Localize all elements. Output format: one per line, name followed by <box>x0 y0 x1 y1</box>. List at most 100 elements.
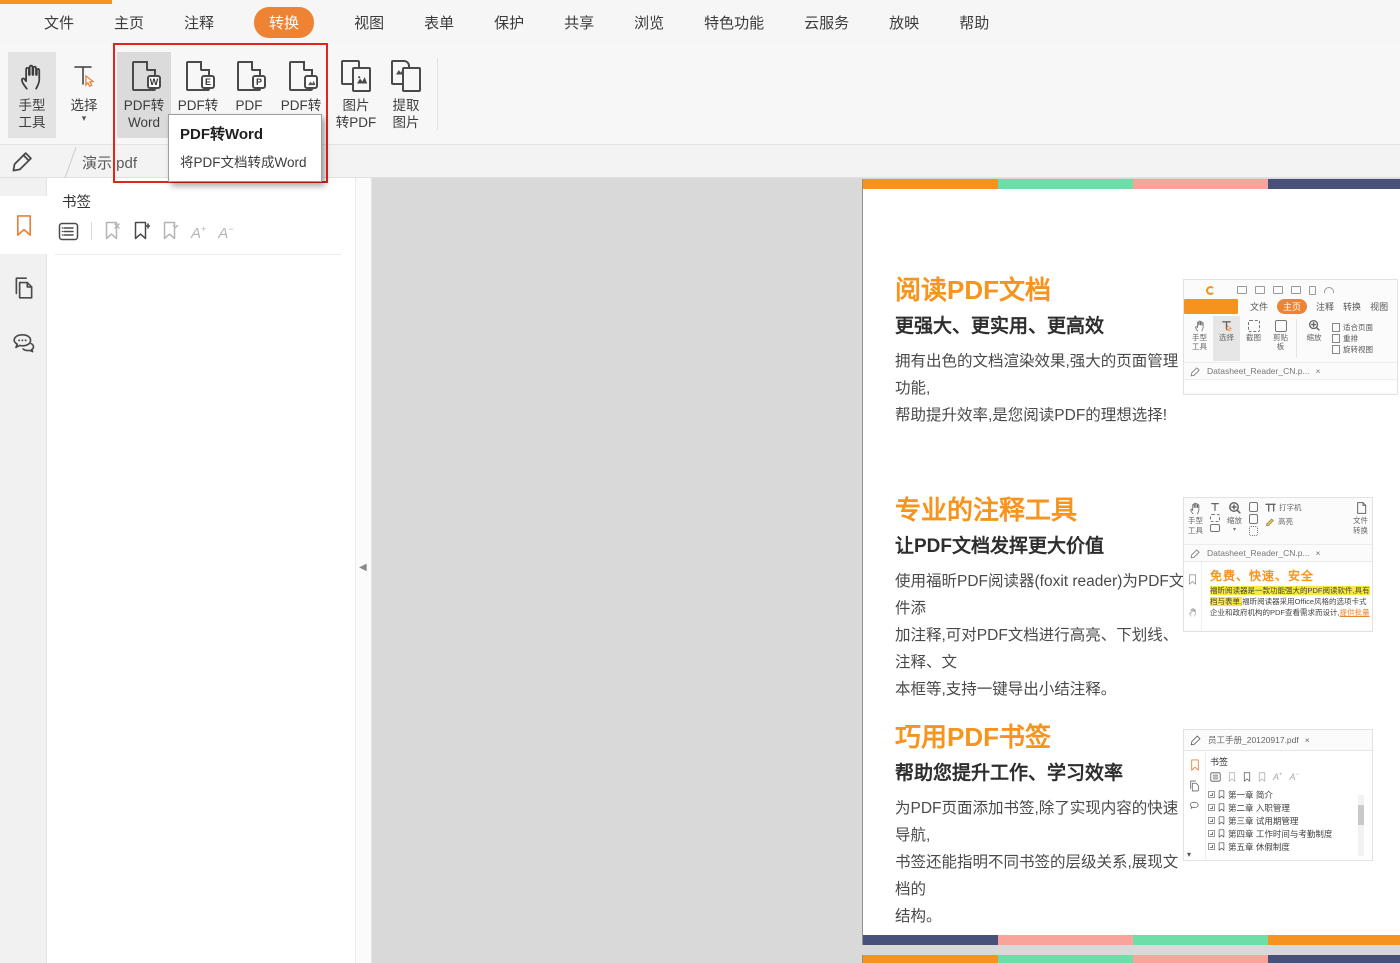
bookmark-icon <box>16 214 31 236</box>
annotate-pencil-icon[interactable] <box>11 149 35 173</box>
mini-quick-access-toolbar <box>1190 283 1391 297</box>
pdf-to-excel-icon: E <box>186 55 215 97</box>
pdf-page-1: 阅读PDF文档 更强大、更实用、更高效 拥有出色的文档渲染效果,强大的页面管理功… <box>863 179 1400 945</box>
bookmark-item: 第一章 简介 <box>1208 788 1364 801</box>
bookmark-panel-toolbar: A+ A− <box>58 218 234 244</box>
bookmark-more-icon[interactable] <box>162 221 179 241</box>
undo-icon <box>1324 287 1334 293</box>
menu-cloud[interactable]: 云服务 <box>804 12 849 33</box>
font-smaller-icon[interactable]: A− <box>218 222 233 241</box>
menu-bar: 文件 主页 注释 转换 视图 表单 保护 共享 浏览 特色功能 云服务 放映 帮… <box>0 0 1400 44</box>
image-to-pdf-button[interactable]: 图片 转PDF <box>331 52 381 138</box>
mini-zoom-tool: 缩放 ▾ <box>1227 501 1242 535</box>
section-subtitle: 让PDF文档发挥更大价值 <box>895 536 1105 557</box>
pencil-icon <box>1190 548 1200 558</box>
section-body-line: 为PDF页面添加书签,除了实现内容的快速导航, <box>895 800 1179 844</box>
panel-splitter[interactable]: ◀ <box>355 178 372 963</box>
mini-menu-row: 文件 主页 注释 转换 视图 <box>1184 297 1397 315</box>
toolbar-divider <box>91 222 92 240</box>
sidebar-bookmarks-button[interactable] <box>0 196 47 254</box>
bookmark-panel-title: 书签 <box>62 195 91 211</box>
font-smaller-icon: A− <box>1289 772 1300 782</box>
sidebar-pages-button[interactable] <box>0 264 47 312</box>
tooltip-title: PDF转Word <box>180 126 264 143</box>
section-body-line: 帮助提升效率,是您阅读PDF的理想选择! <box>895 407 1168 424</box>
section-body-line: 使用福昕PDF阅读器(foxit reader)为PDF文件添 <box>895 573 1185 617</box>
menu-browse[interactable]: 浏览 <box>634 12 664 33</box>
mini-tab-label: Datasheet_Reader_CN.p... <box>1207 366 1310 376</box>
menu-items: 文件 主页 注释 转换 视图 表单 保护 共享 浏览 特色功能 云服务 放映 帮… <box>44 0 989 44</box>
extract-image-icon <box>390 55 422 97</box>
bookmark-options-icon[interactable] <box>58 222 79 241</box>
select-text-icon <box>71 55 97 97</box>
page-top-color-bar <box>863 955 1400 963</box>
menu-protect[interactable]: 保护 <box>494 12 524 33</box>
mini-scrollbar <box>1358 795 1364 856</box>
mini-select-tool: 选择 <box>1213 316 1240 361</box>
mini-toolbar-row: 手型 工具 选择 截图 剪贴板 缩放 适合页面 重排 旋转视图 <box>1184 315 1397 362</box>
hand-tool-button[interactable]: 手型 工具 <box>8 52 56 138</box>
fit-page-icon <box>1332 323 1340 332</box>
rotate-view-icon <box>1332 345 1340 354</box>
font-larger-icon[interactable]: A+ <box>191 222 206 241</box>
menu-comment[interactable]: 注释 <box>184 12 214 33</box>
mini-menu-view: 视图 <box>1370 301 1389 312</box>
image-to-pdf-label: 图片 <box>342 98 370 113</box>
pdf-to-word-label: PDF转 <box>123 98 165 113</box>
mini-sidebar: ▾ <box>1184 751 1206 860</box>
section-pdf-bookmarks: 巧用PDF书签 帮助您提升工作、学习效率 为PDF页面添加书签,除了实现内容的快… <box>895 722 1187 930</box>
pdf-to-image-icon <box>289 55 318 97</box>
section-title: 专业的注释工具 <box>895 495 1078 525</box>
mini-page-icons <box>1249 501 1258 536</box>
pages-icon <box>15 277 32 299</box>
menu-help[interactable]: 帮助 <box>959 12 989 33</box>
menu-file[interactable]: 文件 <box>44 12 74 33</box>
menu-view[interactable]: 视图 <box>354 12 384 33</box>
extract-image-button[interactable]: 提取 图片 <box>383 52 429 138</box>
mini-doc-text: 福昕阅读器是一款功能强大的PDF阅读软件,具有 档与表单,福昕阅读器采用Offi… <box>1210 586 1370 617</box>
ppt-badge: P <box>252 75 266 89</box>
mini-typewriter-highlight: 打字机 高亮 <box>1265 501 1302 528</box>
section-body-line: 本框等,支持一键导出小结注释。 <box>895 681 1117 698</box>
menu-share[interactable]: 共享 <box>564 12 594 33</box>
delete-bookmark-icon[interactable] <box>104 221 121 241</box>
mini-select-stack <box>1210 501 1220 532</box>
hand-icon <box>18 55 46 97</box>
pdf-to-excel-label: PDF转 <box>177 98 219 113</box>
menu-slideshow[interactable]: 放映 <box>889 12 919 33</box>
word-badge: W <box>147 75 161 89</box>
document-tab[interactable]: 演示.pdf <box>58 145 183 178</box>
mini-bookmark-title: 书签 <box>1210 757 1229 767</box>
menu-form[interactable]: 表单 <box>424 12 454 33</box>
mini-zoom-tool: 缩放 <box>1299 316 1329 361</box>
close-icon: × <box>1304 735 1310 745</box>
comments-icon <box>12 333 34 352</box>
reflow-icon <box>1332 334 1340 343</box>
select-tool-button[interactable]: 选择 ▾ <box>60 52 108 138</box>
close-icon: × <box>1315 548 1321 558</box>
add-bookmark-icon[interactable] <box>133 221 150 241</box>
collapse-panel-arrow-icon[interactable]: ◀ <box>359 562 367 573</box>
save-icon <box>1255 286 1265 294</box>
mini-bookmark-tree: 第一章 简介 第二章 入职管理 第三章 试用期管理 第四章 工作时间与考勤制度 … <box>1208 788 1364 853</box>
print-icon <box>1273 286 1283 294</box>
document-tab-label: 演示.pdf <box>82 155 138 172</box>
mini-menu-convert: 转换 <box>1343 301 1362 312</box>
mini-screenshot-bookmarks: 员工手册_20120917.pdf × ▾ 书签 A+ A− 第一章 简介 第二… <box>1183 729 1373 861</box>
toolbar-divider <box>1296 319 1297 358</box>
extract-image-label: 提取 <box>392 98 420 113</box>
pdf-to-word-button[interactable]: W PDF转 Word <box>117 52 171 138</box>
close-icon: × <box>1315 366 1321 376</box>
pencil-icon <box>1190 735 1201 746</box>
mini-content-area <box>1184 379 1397 392</box>
menu-features[interactable]: 特色功能 <box>704 12 764 33</box>
bookmark-panel: 书签 A+ A− <box>47 178 355 963</box>
menu-home[interactable]: 主页 <box>114 12 144 33</box>
section-subtitle: 更强大、更实用、更高效 <box>895 316 1105 337</box>
mini-file-convert: 文件 转换 <box>1353 501 1368 535</box>
document-area[interactable]: 阅读PDF文档 更强大、更实用、更高效 拥有出色的文档渲染效果,强大的页面管理功… <box>372 178 1400 963</box>
menu-convert-active[interactable]: 转换 <box>254 6 315 38</box>
foxit-reader-window: 文件 主页 注释 转换 视图 表单 保护 共享 浏览 特色功能 云服务 放映 帮… <box>0 0 1400 963</box>
mini-tab-label: 员工手册_20120917.pdf <box>1208 735 1299 745</box>
sidebar-comments-button[interactable] <box>0 318 47 366</box>
